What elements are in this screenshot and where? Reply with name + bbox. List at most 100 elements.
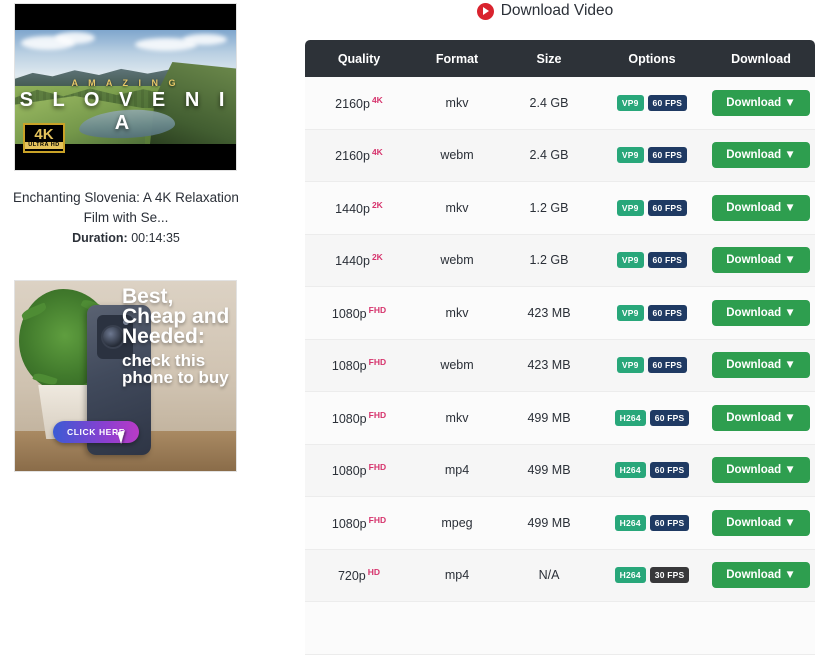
table-row: [305, 602, 815, 655]
fps-badge: 60 FPS: [650, 462, 690, 478]
quality-tag-badge: 4K: [372, 95, 383, 105]
download-button[interactable]: Download ▼: [712, 457, 810, 483]
cell-options: VP960 FPS: [597, 251, 707, 269]
quality-tag-badge: FHD: [369, 305, 386, 315]
letterbox-top: [15, 4, 236, 30]
cell-options: VP960 FPS: [597, 94, 707, 112]
cell-size: 1.2 GB: [501, 201, 597, 215]
video-info-panel: A M A Z I N G S L O V E N I A 4K ULTRA H…: [0, 0, 290, 597]
cell-format: mp4: [413, 568, 501, 582]
table-row: 1440p2Kwebm1.2 GBVP960 FPSDownload ▼: [305, 235, 815, 288]
quality-value: 1440p: [335, 254, 370, 268]
cell-quality: 720pHD: [305, 567, 413, 583]
download-button[interactable]: Download ▼: [712, 562, 810, 588]
cell-options: VP960 FPS: [597, 356, 707, 374]
cell-options: H26460 FPS: [597, 461, 707, 479]
camera-lens-icon: [103, 327, 123, 347]
quality-value: 2160p: [335, 149, 370, 163]
fps-badge: 60 FPS: [648, 200, 688, 216]
cell-download: Download ▼: [707, 142, 815, 168]
quality-tag-badge: 2K: [372, 200, 383, 210]
ad-copy: Best, Cheap and Needed: check this phone…: [122, 287, 232, 386]
uhd-badge-sub: ULTRA HD: [25, 142, 63, 150]
download-button[interactable]: Download ▼: [712, 195, 810, 221]
download-video-header: Download Video: [290, 2, 800, 20]
cell-download: Download ▼: [707, 405, 815, 431]
codec-badge: VP9: [617, 95, 644, 111]
column-header-format: Format: [413, 52, 501, 66]
cell-options: VP960 FPS: [597, 304, 707, 322]
table-row: 1080pFHDmkv499 MBH26460 FPSDownload ▼: [305, 392, 815, 445]
cell-size: 1.2 GB: [501, 253, 597, 267]
cell-quality: 1080pFHD: [305, 462, 413, 478]
cell-quality: 2160p4K: [305, 95, 413, 111]
quality-value: 720p: [338, 569, 366, 583]
codec-badge: VP9: [617, 252, 644, 268]
quality-tag-badge: FHD: [369, 410, 386, 420]
cell-download: Download ▼: [707, 247, 815, 273]
quality-value: 1080p: [332, 412, 367, 426]
quality-tag-badge: FHD: [369, 515, 386, 525]
cell-size: 2.4 GB: [501, 148, 597, 162]
fps-badge: 60 FPS: [648, 95, 688, 111]
download-button[interactable]: Download ▼: [712, 405, 810, 431]
table-row: 1080pFHDmkv423 MBVP960 FPSDownload ▼: [305, 287, 815, 340]
table-row: 1440p2Kmkv1.2 GBVP960 FPSDownload ▼: [305, 182, 815, 235]
video-title: Enchanting Slovenia: A 4K Relaxation Fil…: [0, 188, 252, 228]
advertisement-banner[interactable]: Best, Cheap and Needed: check this phone…: [15, 281, 236, 471]
cell-download: Download ▼: [707, 457, 815, 483]
cell-quality: 1080pFHD: [305, 305, 413, 321]
download-button[interactable]: Download ▼: [712, 90, 810, 116]
cell-options: VP960 FPS: [597, 146, 707, 164]
cell-format: mkv: [413, 96, 501, 110]
table-row: 1080pFHDmpeg499 MBH26460 FPSDownload ▼: [305, 497, 815, 550]
cell-download: Download ▼: [707, 510, 815, 536]
table-row: 2160p4K webm2.4 GBVP960 FPS Download ▼: [305, 130, 815, 183]
table-row: 2160p4Kmkv2.4 GBVP960 FPSDownload ▼: [305, 77, 815, 130]
cell-download: Download ▼: [707, 90, 815, 116]
ad-headline: Best, Cheap and Needed:: [122, 287, 232, 347]
cell-download: Download ▼: [707, 300, 815, 326]
quality-value: 1080p: [332, 307, 367, 321]
codec-badge: H264: [615, 462, 646, 478]
codec-badge: VP9: [617, 147, 644, 163]
download-page: A M A Z I N G S L O V E N I A 4K ULTRA H…: [0, 0, 822, 597]
download-button[interactable]: Download ▼: [712, 142, 810, 168]
codec-badge: VP9: [617, 357, 644, 373]
quality-tag-badge: 4K: [372, 147, 383, 157]
quality-tag-badge: HD: [368, 567, 380, 577]
codec-badge: H264: [615, 515, 646, 531]
fps-badge: 60 FPS: [648, 305, 688, 321]
quality-value: 2160p: [335, 97, 370, 111]
video-thumbnail[interactable]: A M A Z I N G S L O V E N I A 4K ULTRA H…: [15, 4, 236, 170]
uhd-badge-main: 4K: [34, 127, 53, 142]
cloud-shape: [183, 34, 227, 45]
download-button[interactable]: Download ▼: [712, 300, 810, 326]
cell-options: H26430 FPS: [597, 566, 707, 584]
quality-value: 1080p: [332, 517, 367, 531]
cell-options: H26460 FPS: [597, 514, 707, 532]
cell-download: Download ▼: [707, 352, 815, 378]
codec-badge: H264: [615, 410, 646, 426]
codec-badge: H264: [615, 567, 646, 583]
thumbnail-overline: A M A Z I N G: [15, 78, 236, 88]
fps-badge: 30 FPS: [650, 567, 690, 583]
cell-format: webm: [413, 148, 501, 162]
download-button[interactable]: Download ▼: [712, 247, 810, 273]
cell-format: webm: [413, 253, 501, 267]
quality-value: 1080p: [332, 464, 367, 478]
download-button[interactable]: Download ▼: [712, 352, 810, 378]
page-title: Download Video: [501, 2, 614, 20]
download-button[interactable]: Download ▼: [712, 510, 810, 536]
cell-size: 499 MB: [501, 463, 597, 477]
table-row: 720pHDmp4N/AH26430 FPSDownload ▼: [305, 550, 815, 603]
cell-format: mp4: [413, 463, 501, 477]
cell-size: N/A: [501, 568, 597, 582]
cell-format: webm: [413, 358, 501, 372]
duration-value: 00:14:35: [131, 231, 180, 245]
column-header-size: Size: [501, 52, 597, 66]
cell-quality: 1080pFHD: [305, 357, 413, 373]
cell-format: mkv: [413, 306, 501, 320]
cell-format: mpeg: [413, 516, 501, 530]
codec-badge: VP9: [617, 200, 644, 216]
